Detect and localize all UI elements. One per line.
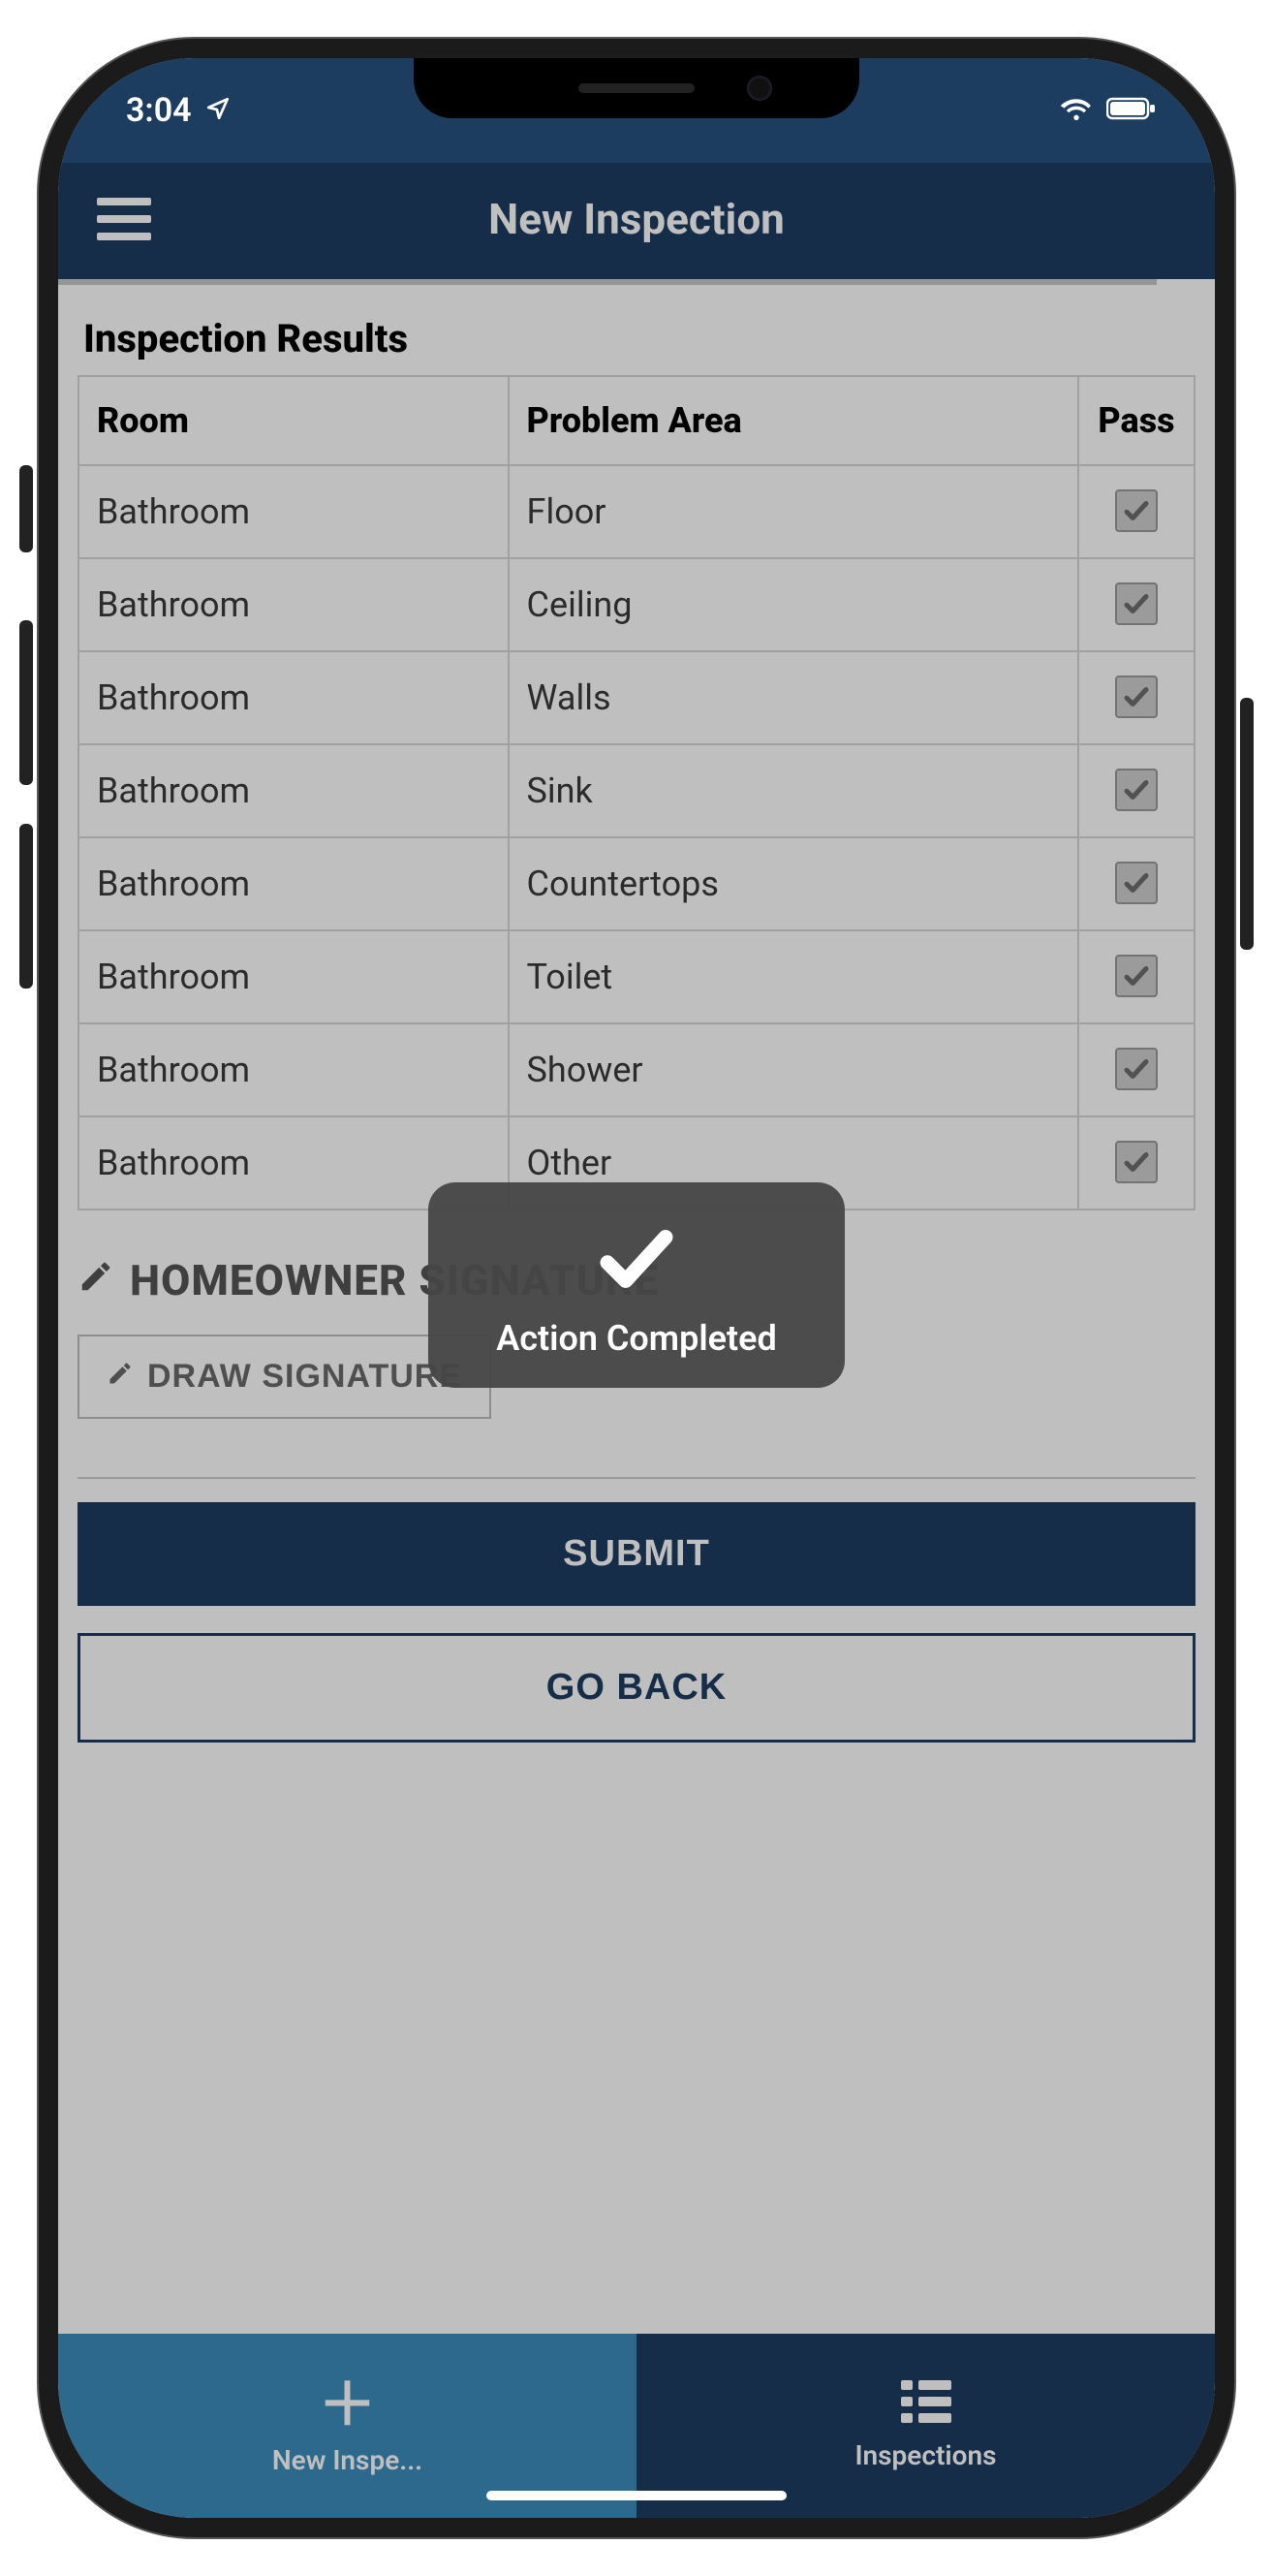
table-row: BathroomFloor bbox=[78, 465, 1195, 558]
cell-pass bbox=[1078, 837, 1195, 930]
cell-room: Bathroom bbox=[78, 651, 509, 744]
cell-room: Bathroom bbox=[78, 465, 509, 558]
pass-checkbox[interactable] bbox=[1115, 582, 1158, 625]
cell-problem-area: Floor bbox=[509, 465, 1078, 558]
cell-pass bbox=[1078, 744, 1195, 837]
action-completed-toast: Action Completed bbox=[428, 1182, 845, 1388]
submit-button[interactable]: SUBMIT bbox=[78, 1502, 1195, 1606]
cell-problem-area: Shower bbox=[509, 1023, 1078, 1116]
cell-problem-area: Walls bbox=[509, 651, 1078, 744]
status-time: 3:04 bbox=[126, 91, 192, 130]
tab-inspections-label: Inspections bbox=[854, 2439, 996, 2471]
col-pass: Pass bbox=[1078, 376, 1195, 465]
cell-pass bbox=[1078, 465, 1195, 558]
grid-icon bbox=[901, 2380, 951, 2430]
table-row: BathroomWalls bbox=[78, 651, 1195, 744]
cell-problem-area: Toilet bbox=[509, 930, 1078, 1023]
cell-pass bbox=[1078, 1023, 1195, 1116]
tab-new-inspection-label: New Inspe... bbox=[272, 2444, 422, 2476]
col-room: Room bbox=[78, 376, 509, 465]
go-back-button[interactable]: GO BACK bbox=[78, 1633, 1195, 1743]
cell-room: Bathroom bbox=[78, 837, 509, 930]
nav-bar: New Inspection bbox=[58, 163, 1215, 279]
battery-icon bbox=[1106, 91, 1157, 130]
table-row: BathroomToilet bbox=[78, 930, 1195, 1023]
toast-label: Action Completed bbox=[448, 1318, 825, 1359]
cell-pass bbox=[1078, 1116, 1195, 1209]
phone-power-button bbox=[1240, 698, 1254, 950]
pass-checkbox[interactable] bbox=[1115, 675, 1158, 718]
table-row: BathroomCountertops bbox=[78, 837, 1195, 930]
phone-mute-switch bbox=[19, 465, 33, 552]
cell-room: Bathroom bbox=[78, 1023, 509, 1116]
pass-checkbox[interactable] bbox=[1115, 862, 1158, 904]
cell-problem-area: Ceiling bbox=[509, 558, 1078, 651]
cell-pass bbox=[1078, 651, 1195, 744]
phone-volume-up bbox=[19, 620, 33, 785]
results-table: Room Problem Area Pass BathroomFloorBath… bbox=[78, 375, 1195, 1210]
col-problem: Problem Area bbox=[509, 376, 1078, 465]
phone-volume-down bbox=[19, 824, 33, 989]
pass-checkbox[interactable] bbox=[1115, 489, 1158, 532]
plus-icon: ＋ bbox=[319, 2376, 377, 2435]
phone-notch bbox=[414, 58, 859, 118]
pass-checkbox[interactable] bbox=[1115, 1141, 1158, 1183]
draw-signature-label: DRAW SIGNATURE bbox=[147, 1358, 462, 1396]
phone-frame: 3:04 bbox=[39, 39, 1234, 2537]
cell-problem-area: Sink bbox=[509, 744, 1078, 837]
cell-problem-area: Countertops bbox=[509, 837, 1078, 930]
checkmark-icon bbox=[448, 1215, 825, 1306]
page-title: New Inspection bbox=[58, 194, 1215, 244]
pass-checkbox[interactable] bbox=[1115, 1048, 1158, 1090]
pass-checkbox[interactable] bbox=[1115, 769, 1158, 811]
section-title: Inspection Results bbox=[83, 316, 1195, 361]
table-row: BathroomShower bbox=[78, 1023, 1195, 1116]
cell-pass bbox=[1078, 558, 1195, 651]
location-icon bbox=[205, 91, 231, 130]
divider bbox=[78, 1477, 1195, 1479]
table-row: BathroomCeiling bbox=[78, 558, 1195, 651]
pencil-icon bbox=[107, 1358, 134, 1396]
home-indicator[interactable] bbox=[486, 2491, 787, 2500]
cell-room: Bathroom bbox=[78, 930, 509, 1023]
cell-room: Bathroom bbox=[78, 744, 509, 837]
pencil-icon bbox=[78, 1255, 114, 1305]
pass-checkbox[interactable] bbox=[1115, 955, 1158, 997]
wifi-icon bbox=[1060, 91, 1093, 130]
cell-pass bbox=[1078, 930, 1195, 1023]
table-header-row: Room Problem Area Pass bbox=[78, 376, 1195, 465]
table-row: BathroomSink bbox=[78, 744, 1195, 837]
cell-room: Bathroom bbox=[78, 558, 509, 651]
